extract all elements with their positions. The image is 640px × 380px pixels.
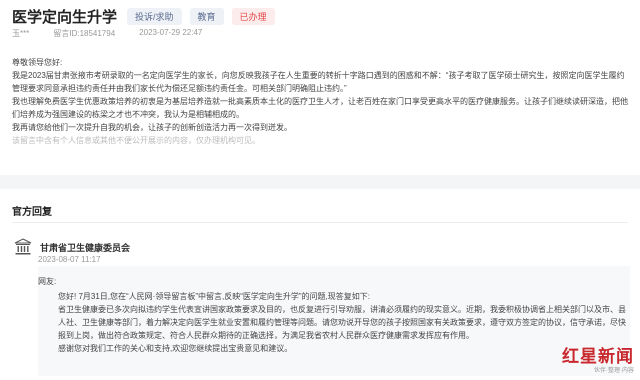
message-id: 留言ID:18541794 <box>53 29 116 38</box>
status-badge: 已办理 <box>231 8 275 25</box>
author-name: 玉*** <box>12 29 30 38</box>
message-timestamp: 2023-07-29 22:47 <box>139 28 203 37</box>
official-reply-heading: 官方回复 <box>12 207 52 218</box>
reply-org: 甘肃省卫生健康委员会 <box>14 238 130 256</box>
message-paragraph: 我也理解免费医学生优惠政策培养的初衷是为基层培养造就一批高素质本土化的医疗卫生人… <box>12 97 628 119</box>
org-name: 甘肃省卫生健康委员会 <box>40 242 131 253</box>
watermark-main: 红星新闻 <box>562 347 634 367</box>
message-body: 尊敬领导您好: 我是2023届甘肃张掖市考研录取的一名定向医学生的家长，向您反映… <box>12 56 632 147</box>
message-paragraph: 我再请您给他们一次提升自我的机会，让孩子的创新创造活力再一次得到迸发。 <box>12 123 292 132</box>
divider <box>12 222 628 223</box>
field-tag[interactable]: 教育 <box>189 8 224 25</box>
reply-greeting: 网友: <box>38 277 57 286</box>
page-title: 医学定向生升学 <box>12 9 118 26</box>
message-salutation: 尊敬领导您好: <box>12 58 63 67</box>
privacy-notice: 该留言中含有个人信息或其他不便公开展示的内容，仅办理机构可见。 <box>12 136 260 145</box>
watermark-sub: 伙伴·整理·内容 <box>594 368 634 374</box>
section-divider <box>0 175 640 189</box>
type-tag[interactable]: 投诉/求助 <box>127 8 182 25</box>
message-paragraph: 我是2023届甘肃张掖市考研录取的一名定向医学生的家长，向您反映我孩子在人生重要… <box>12 71 625 93</box>
watermark-logo: 红星新闻 伙伴·整理·内容 <box>562 342 634 374</box>
message-meta: 玉*** 留言ID:18541794 2023-07-29 22:47 <box>12 28 202 39</box>
reply-paragraph: 省卫生健康委已多次向拟违约学生代表宣讲国家政策要求及目的，也反复进行引导劝服，讲… <box>58 305 626 340</box>
reply-paragraph: 感谢您对我们工作的关心和支持,欢迎您继续提出宝贵意见和建议。 <box>58 344 293 353</box>
government-emblem-icon <box>14 238 32 255</box>
reply-paragraph: 您好! 7月31日,您在“人民网·领导留言板”中留言,反映“医学定向生升学”的问… <box>58 292 371 301</box>
page-header: 医学定向生升学 投诉/求助 教育 已办理 <box>12 6 283 27</box>
reply-date: 2023-08-07 11:17 <box>38 255 101 264</box>
reply-text: 您好! 7月31日,您在“人民网·领导留言板”中留言,反映“医学定向生升学”的问… <box>58 290 628 355</box>
